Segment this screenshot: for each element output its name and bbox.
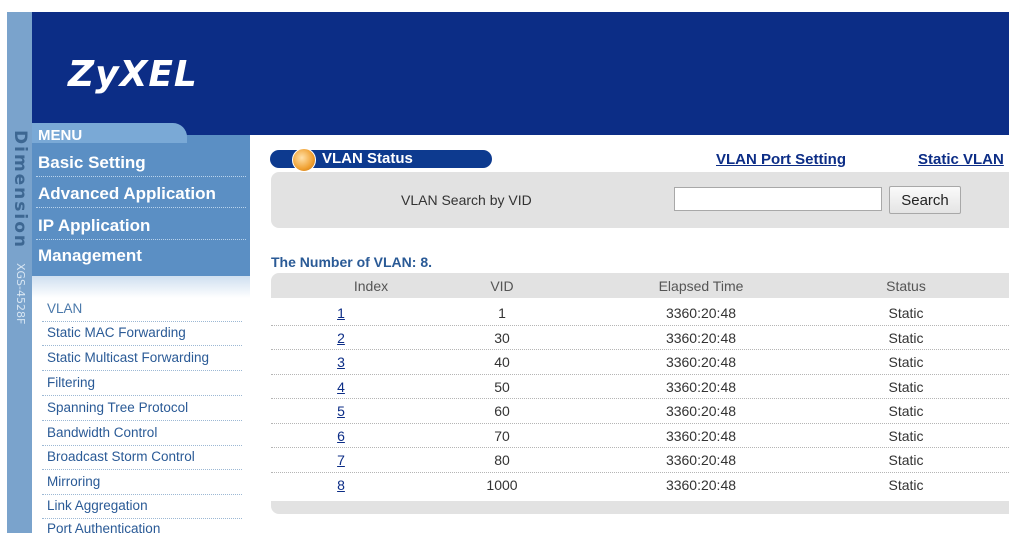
row-vid: 60 xyxy=(494,403,510,419)
row-elapsed: 3360:20:48 xyxy=(665,477,737,493)
row-vid: 40 xyxy=(494,354,510,370)
vertical-brand-strip: Dimension XGS-4528F xyxy=(7,12,32,533)
row-elapsed: 3360:20:48 xyxy=(665,330,737,346)
row-status: Static xyxy=(888,428,924,444)
row-status: Static xyxy=(888,379,924,395)
submenu-divider xyxy=(42,494,242,495)
menu-fade xyxy=(32,276,250,298)
orb-icon xyxy=(292,148,316,172)
page-title: VLAN Status xyxy=(322,150,413,167)
row-elapsed: 3360:20:48 xyxy=(665,379,737,395)
header-vid: VID xyxy=(490,278,514,294)
submenu-static-multicast-forwarding[interactable]: Static Multicast Forwarding xyxy=(47,350,209,365)
submenu-static-mac-forwarding[interactable]: Static MAC Forwarding xyxy=(47,325,186,340)
vlan-count: The Number of VLAN: 8. xyxy=(271,254,433,270)
row-status: Static xyxy=(888,477,924,493)
page-title-bar: VLAN Status xyxy=(270,148,492,172)
row-vid: 80 xyxy=(494,452,510,468)
submenu-divider xyxy=(42,345,242,346)
submenu-broadcast-storm-control[interactable]: Broadcast Storm Control xyxy=(47,449,195,464)
product-brand: Dimension XGS-4528F xyxy=(9,130,30,450)
product-name: Dimension xyxy=(10,130,30,250)
row-elapsed: 3360:20:48 xyxy=(665,354,737,370)
row-elapsed: 3360:20:48 xyxy=(665,403,737,419)
submenu-spanning-tree-protocol[interactable]: Spanning Tree Protocol xyxy=(47,400,188,415)
search-button[interactable]: Search xyxy=(889,186,961,214)
menu-title: MENU xyxy=(38,127,83,144)
submenu-bandwidth-control[interactable]: Bandwidth Control xyxy=(47,425,157,440)
zyxel-logo: ZyXEL xyxy=(68,54,198,95)
header-banner: ZyXEL xyxy=(32,12,1009,135)
submenu-link-aggregation[interactable]: Link Aggregation xyxy=(47,498,148,513)
row-vid: 70 xyxy=(494,428,510,444)
menu-divider xyxy=(36,176,246,177)
row-vid: 50 xyxy=(494,379,510,395)
row-vid: 30 xyxy=(494,330,510,346)
row-status: Static xyxy=(888,403,924,419)
submenu-divider xyxy=(42,321,242,322)
submenu-port-authentication[interactable]: Port Authentication xyxy=(47,521,160,536)
submenu-vlan[interactable]: VLAN xyxy=(47,301,82,316)
row-elapsed: 3360:20:48 xyxy=(665,305,737,321)
submenu-divider xyxy=(42,395,242,396)
menu-sections-panel: MENU Basic Setting Advanced Application … xyxy=(32,123,250,276)
search-label: VLAN Search by VID xyxy=(401,192,532,208)
row-elapsed: 3360:20:48 xyxy=(665,452,737,468)
submenu-divider xyxy=(42,420,242,421)
row-index-link[interactable]: 7 xyxy=(331,448,351,472)
row-vid: 1 xyxy=(498,305,506,321)
row-elapsed: 3360:20:48 xyxy=(665,428,737,444)
menu-advanced-application[interactable]: Advanced Application xyxy=(38,184,216,204)
vlan-port-setting-link[interactable]: VLAN Port Setting xyxy=(716,151,846,168)
header-status: Status xyxy=(886,278,926,294)
menu-management[interactable]: Management xyxy=(38,246,142,266)
row-index-link[interactable]: 6 xyxy=(331,424,351,448)
submenu-divider xyxy=(42,518,242,519)
submenu-divider xyxy=(42,469,242,470)
static-vlan-link[interactable]: Static VLAN xyxy=(918,151,1004,168)
submenu-mirroring[interactable]: Mirroring xyxy=(47,474,100,489)
menu-basic-setting[interactable]: Basic Setting xyxy=(38,153,146,173)
vid-search-input[interactable] xyxy=(674,187,882,211)
table-body: 1 1 3360:20:48 Static 2 30 3360:20:48 St… xyxy=(271,298,1009,501)
header-elapsed-time: Elapsed Time xyxy=(658,278,744,294)
model-name: XGS-4528F xyxy=(14,262,27,325)
row-status: Static xyxy=(888,305,924,321)
submenu-divider xyxy=(42,370,242,371)
vlan-search-panel: VLAN Search by VID Search xyxy=(271,172,1009,228)
menu-ip-application[interactable]: IP Application xyxy=(38,216,150,236)
vlan-table: Index VID Elapsed Time Status 1 1 3360:2… xyxy=(271,273,1009,514)
menu-divider xyxy=(36,207,246,208)
row-index-link[interactable]: 5 xyxy=(331,399,351,423)
row-index-link[interactable]: 2 xyxy=(331,326,351,350)
submenu-filtering[interactable]: Filtering xyxy=(47,375,95,390)
row-index-link[interactable]: 3 xyxy=(331,350,351,374)
navigation-menu: MENU Basic Setting Advanced Application … xyxy=(32,123,250,536)
menu-divider xyxy=(36,239,246,240)
header-index: Index xyxy=(353,278,389,294)
row-status: Static xyxy=(888,452,924,468)
row-index-link[interactable]: 8 xyxy=(331,473,351,497)
row-index-link[interactable]: 4 xyxy=(331,375,351,399)
row-vid: 1000 xyxy=(486,477,518,493)
row-index-link[interactable]: 1 xyxy=(331,301,351,325)
row-status: Static xyxy=(888,354,924,370)
submenu-divider xyxy=(42,445,242,446)
row-status: Static xyxy=(888,330,924,346)
